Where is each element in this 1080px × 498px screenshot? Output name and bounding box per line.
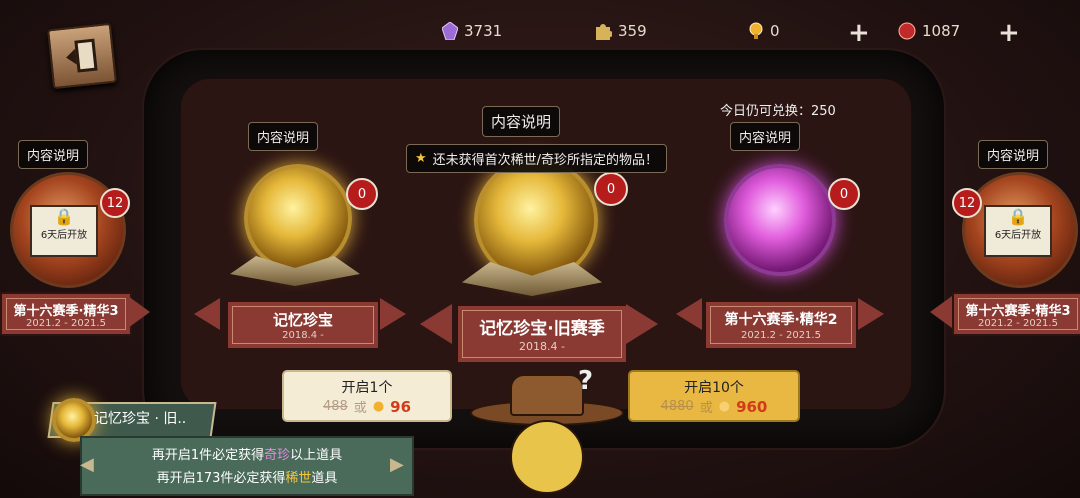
gold-clue-icon: ● [718, 399, 731, 414]
gem-currency: 1087 [898, 22, 960, 40]
content-info-button-0[interactable]: 内容说明 [18, 140, 89, 169]
banner-flag [930, 296, 952, 328]
open-10-price: 960 [736, 397, 768, 416]
card-title-3: 第十六赛季·精华2 [724, 312, 838, 328]
card-date-2: 2018.4 - [519, 340, 565, 353]
banner-flag [420, 304, 452, 344]
card-title-0: 第十六赛季·精华3 [13, 304, 119, 319]
banner-flag [676, 298, 702, 330]
banner-flag [194, 298, 220, 330]
banner-flag [380, 298, 406, 330]
content-info-button-1[interactable]: 内容说明 [248, 122, 319, 151]
count-badge-4: 12 [952, 188, 982, 218]
content-info-button-3[interactable]: 内容说明 [730, 122, 801, 151]
red-gem-icon [898, 22, 916, 40]
gold-clue-icon [749, 22, 763, 39]
banner-flag [626, 304, 658, 344]
puzzle-currency: 359 [594, 22, 647, 40]
info-content: 再开启1件必定获得奇珍以上道具 再开启173件必定获得稀世道具 [80, 436, 414, 496]
card-title-1: 记忆珍宝 [272, 311, 333, 329]
purple-crystal-icon [442, 22, 458, 40]
crystal-count: 3731 [464, 22, 503, 40]
count-badge-0: 12 [100, 188, 130, 218]
content-info-button-4[interactable]: 内容说明 [978, 140, 1049, 169]
prev-arrow-icon[interactable]: ◀ [80, 454, 94, 475]
card-date-0: 2021.2 - 2021.5 [26, 318, 106, 329]
open-10-old-price: 4880 [660, 399, 694, 414]
or-text: 或 [699, 401, 713, 416]
open-10-label: 开启10个 [684, 380, 744, 396]
info-title: 记忆珍宝 · 旧.. [94, 411, 187, 427]
card-date-1: 2018.4 - [282, 330, 324, 341]
open-10-button[interactable]: 开启10个 4880 或 ● 960 [628, 370, 800, 422]
puzzle-count: 359 [618, 22, 647, 40]
clue-currency: 0 [748, 22, 780, 40]
next-arrow-icon[interactable]: ▶ [390, 454, 404, 475]
clue-count: 0 [770, 22, 780, 40]
essence-treasure-3[interactable] [724, 164, 836, 276]
card-banner-0[interactable]: 第十六赛季·精华3 2021.2 - 2021.5 [0, 292, 132, 336]
card-banner-2[interactable]: 记忆珍宝·旧赛季 2018.4 - [456, 304, 628, 364]
card-banner-3[interactable]: 第十六赛季·精华2 2021.2 - 2021.5 [704, 300, 858, 350]
content-info-button-2[interactable]: 内容说明 [482, 106, 561, 137]
open-1-label: 开启1个 [341, 380, 393, 396]
card-date-3: 2021.2 - 2021.5 [741, 330, 821, 341]
hat-crown [510, 374, 584, 416]
count-badge-2: 0 [594, 172, 628, 206]
lock-icon: 🔒 [54, 207, 74, 226]
exit-door-icon [66, 38, 98, 73]
card-banner-4[interactable]: 第十六赛季·精华3 2021.2 - 2021.5 [952, 292, 1080, 336]
card-title-2: 记忆珍宝·旧赛季 [479, 319, 605, 339]
first-item-tooltip: ★ 还未获得首次稀世/奇珍所指定的物品！ [406, 144, 668, 173]
remaining-exchange-text: 今日仍可兑换：250 [720, 104, 836, 119]
card-date-4: 2021.2 - 2021.5 [978, 318, 1058, 329]
count-badge-1: 0 [346, 178, 378, 210]
lock-icon: 🔒 [1008, 207, 1028, 226]
gem-count: 1087 [922, 22, 961, 40]
question-mark-icon: ? [578, 366, 594, 396]
card-title-4: 第十六赛季·精华3 [965, 304, 1071, 319]
crystal-currency: 3731 [442, 22, 502, 40]
exit-button[interactable] [47, 22, 117, 90]
add-clue-button[interactable]: + [848, 18, 870, 48]
puzzle-piece-icon [596, 24, 612, 40]
star-icon: ★ [415, 151, 427, 166]
count-badge-3: 0 [828, 178, 860, 210]
locked-plaque-4: 🔒 6天后开放 [984, 205, 1052, 257]
banner-flag [128, 296, 150, 328]
character-face [510, 420, 584, 494]
treasure-info-panel: 记忆珍宝 · 旧.. 再开启1件必定获得奇珍以上道具 再开启173件必定获得稀世… [47, 398, 414, 496]
card-banner-1[interactable]: 记忆珍宝 2018.4 - [226, 300, 380, 350]
locked-plaque-0: 🔒 6天后开放 [30, 205, 98, 257]
banner-flag [858, 298, 884, 330]
add-gem-button[interactable]: + [998, 18, 1020, 48]
memory-treasure-1[interactable] [244, 164, 352, 272]
tooltip-text: 还未获得首次稀世/奇珍所指定的物品！ [432, 153, 659, 168]
detective-character: ? [470, 366, 624, 498]
